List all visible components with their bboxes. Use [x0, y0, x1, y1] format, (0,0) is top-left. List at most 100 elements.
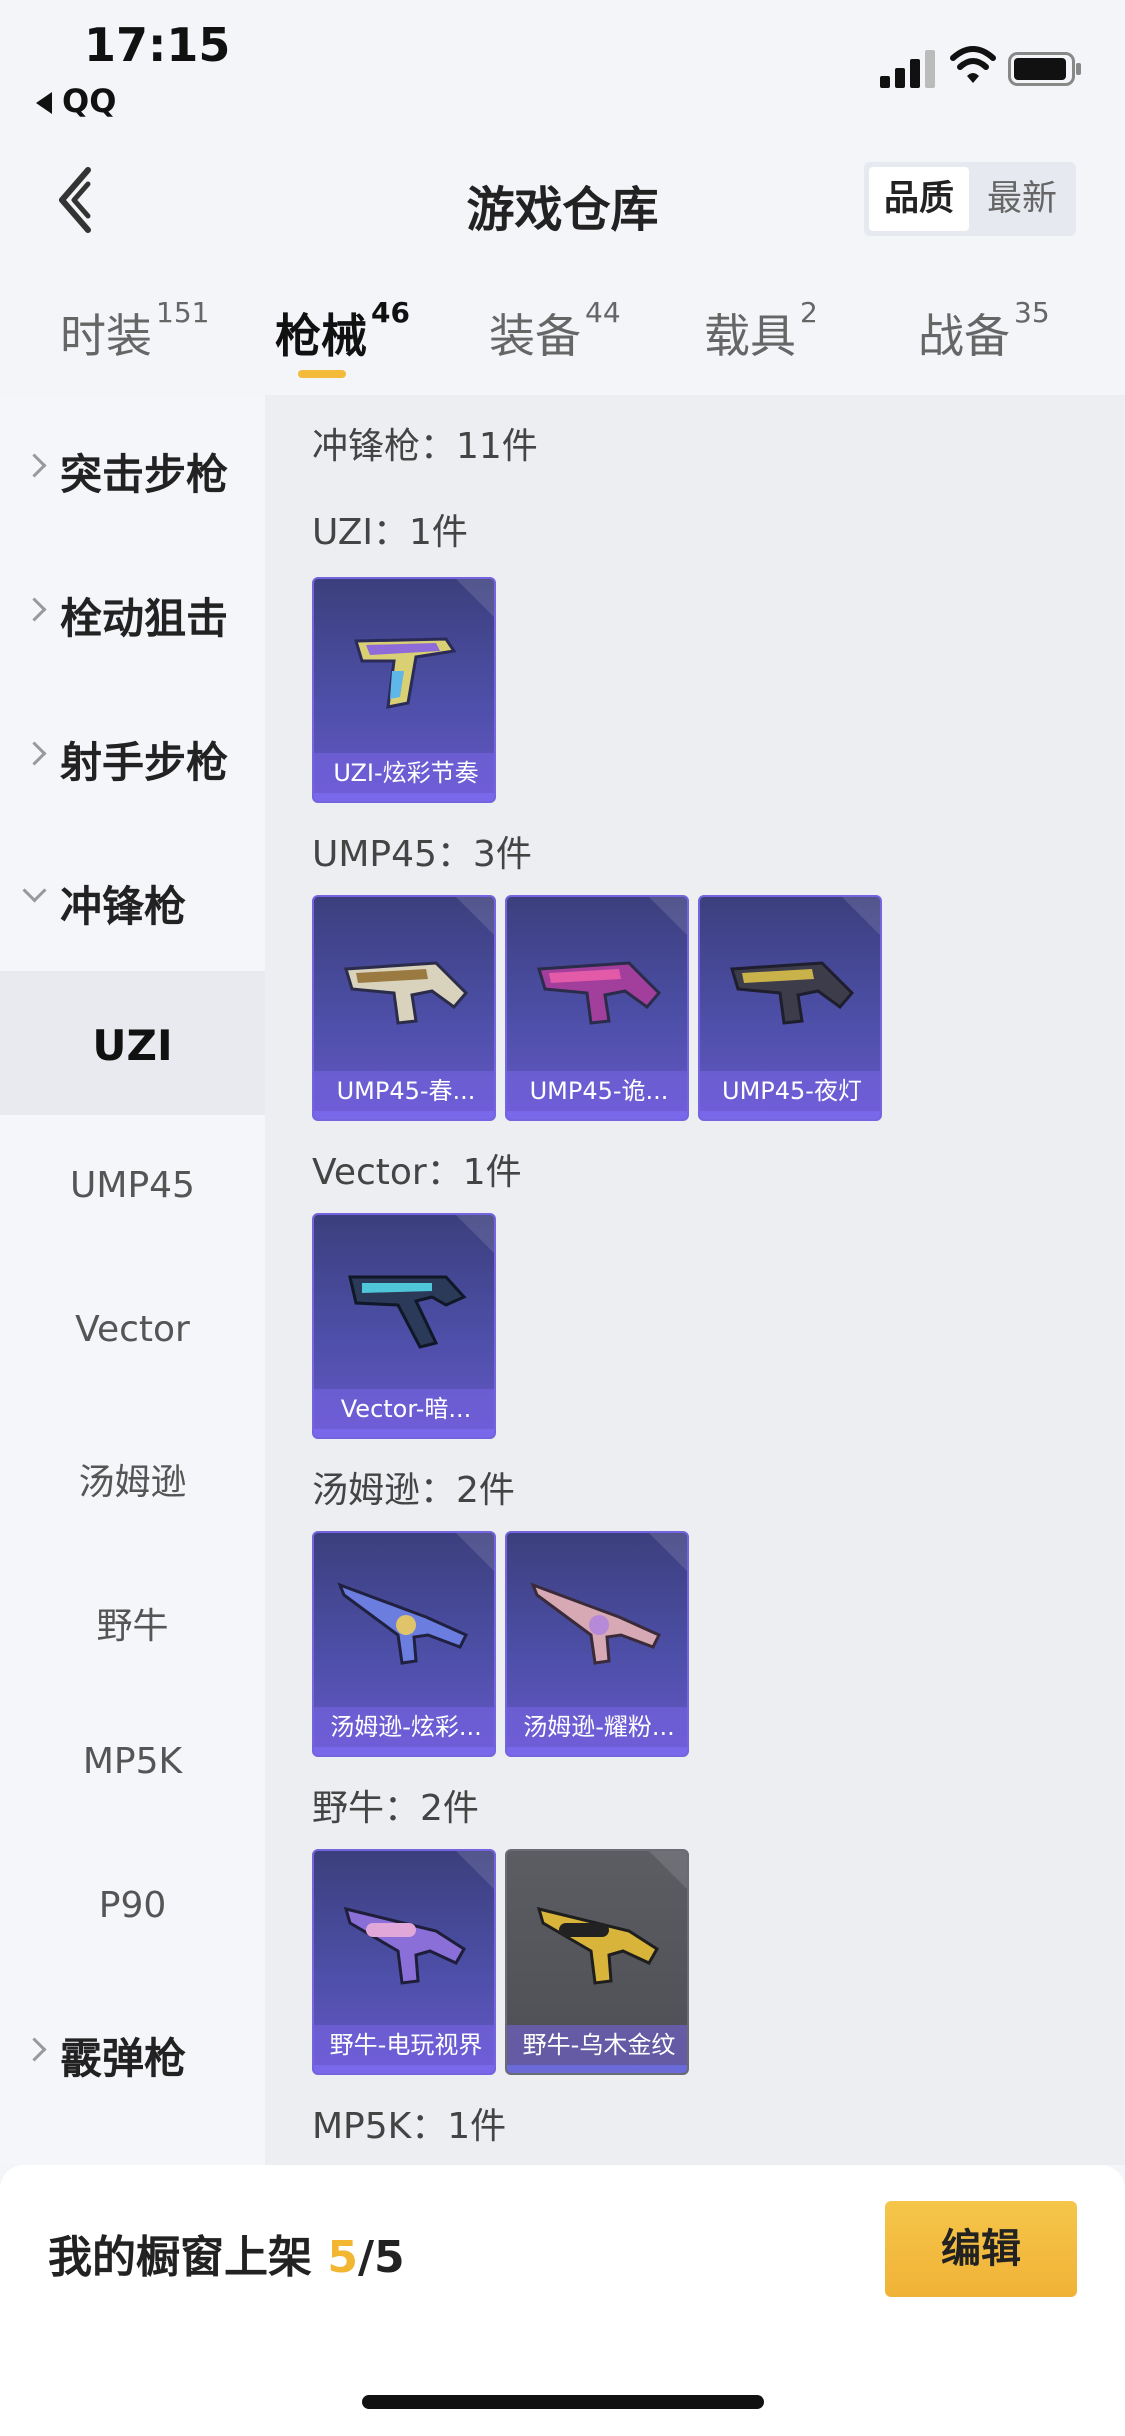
item-label: 汤姆逊-炫彩... [314, 1707, 494, 1747]
item-card[interactable]: UMP45-诡... [505, 895, 689, 1121]
sidebar-item-label: 野牛 [96, 1606, 169, 1647]
back-triangle-icon [36, 92, 52, 114]
chevron-right-icon [22, 453, 47, 478]
tab-label: 装备 [489, 309, 581, 363]
thompson-gun-icon [337, 1582, 469, 1665]
item-label: 汤姆逊-耀粉... [507, 1707, 687, 1747]
edit-button[interactable]: 编辑 [885, 2201, 1077, 2297]
status-bar: 17:15 QQ [0, 0, 1125, 130]
sidebar-item-thompson[interactable]: 汤姆逊 [0, 1403, 265, 1547]
sidebar-item-label: P90 [98, 1885, 167, 1926]
section-header-mp5k: MP5K：1件 [312, 2106, 507, 2147]
item-card[interactable]: 汤姆逊-耀粉... [505, 1531, 689, 1757]
thompson-gun-icon [530, 1582, 662, 1665]
item-label: 野牛-电玩视界 [314, 2025, 494, 2065]
section-header-uzi: UZI：1件 [312, 512, 468, 553]
tab-count: 151 [156, 296, 210, 329]
cellular-signal-icon [880, 50, 935, 88]
chevron-down-icon [22, 878, 47, 903]
back-to-app-link[interactable]: QQ [36, 82, 116, 120]
ump45-gun-icon [730, 961, 855, 1025]
sort-newest-button[interactable]: 最新 [972, 167, 1072, 231]
battery-icon [1008, 52, 1081, 86]
tab-fashion[interactable]: 时装 151 [60, 296, 209, 366]
tab-count: 44 [585, 296, 621, 329]
showcase-status: 我的橱窗上架 5/5 [48, 2221, 405, 2285]
showcase-max-count: 5 [374, 2232, 405, 2283]
bizon-gun-icon [536, 1906, 660, 1985]
sidebar-group-marksman-rifle[interactable]: 射手步枪 [0, 683, 265, 827]
item-card[interactable]: UZI-炫彩节奏 [312, 577, 496, 803]
vector-gun-icon [348, 1275, 467, 1349]
sidebar-group-assault-rifle[interactable]: 突击步枪 [0, 395, 265, 539]
tab-supplies[interactable]: 战备 35 [918, 296, 1050, 366]
item-card[interactable]: Vector-暗... [312, 1213, 496, 1439]
item-card[interactable]: 野牛-电玩视界 [312, 1849, 496, 2075]
category-header: 冲锋枪：11件 [312, 426, 538, 467]
item-card[interactable]: UMP45-春... [312, 895, 496, 1121]
sidebar-item-vector[interactable]: Vector [0, 1259, 265, 1403]
sidebar-item-label: 汤姆逊 [78, 1462, 187, 1503]
sort-quality-button[interactable]: 品质 [869, 167, 969, 231]
tab-equipment[interactable]: 装备 44 [489, 296, 621, 366]
item-label: UZI-炫彩节奏 [314, 753, 494, 793]
sidebar-item-uzi[interactable]: UZI [0, 971, 265, 1115]
section-header-ump45: UMP45：3件 [312, 834, 532, 875]
ump45-gun-icon [537, 961, 662, 1025]
uzi-gun-icon [353, 637, 457, 709]
sidebar-group-label: 霰弹枪 [60, 2034, 187, 2083]
home-indicator[interactable] [362, 2395, 764, 2409]
item-label: UMP45-夜灯 [700, 1071, 880, 1111]
sidebar-group-label: 突击步枪 [60, 450, 229, 499]
back-app-label: QQ [62, 82, 117, 120]
bizon-gun-icon [343, 1906, 467, 1985]
item-card[interactable]: UMP45-夜灯 [698, 895, 882, 1121]
tab-label: 载具 [704, 309, 796, 363]
tab-count: 46 [371, 296, 410, 329]
sidebar-item-mp5k[interactable]: MP5K [0, 1691, 265, 1835]
sidebar: 突击步枪 栓动狙击 射手步枪 冲锋枪 UZI UMP45 Vector 汤姆逊 … [0, 395, 265, 2165]
showcase-current-count: 5 [327, 2232, 358, 2283]
wifi-icon [950, 46, 996, 83]
item-label: 野牛-乌木金纹 [507, 2025, 687, 2065]
sidebar-item-bizon[interactable]: 野牛 [0, 1547, 265, 1691]
tab-vehicles[interactable]: 载具 2 [704, 296, 818, 366]
bottom-bar: 我的橱窗上架 5/5 编辑 [0, 2165, 1125, 2436]
sidebar-group-smg[interactable]: 冲锋枪 [0, 827, 265, 971]
showcase-separator: / [357, 2232, 375, 2283]
tab-label: 枪械 [275, 309, 367, 363]
tab-label: 时装 [60, 309, 152, 363]
sidebar-group-bolt-sniper[interactable]: 栓动狙击 [0, 539, 265, 683]
weapon-list: 冲锋枪：11件 UZI：1件 UZI-炫彩节奏 UMP45：3件 UMP45-春… [265, 395, 1125, 2165]
sidebar-group-label: 射手步枪 [60, 738, 229, 787]
item-card[interactable]: 汤姆逊-炫彩... [312, 1531, 496, 1757]
sidebar-group-shotgun[interactable]: 霰弹枪 [0, 1979, 265, 2123]
section-header-thompson: 汤姆逊：2件 [312, 1470, 515, 1511]
item-card[interactable]: 野牛-乌木金纹 [505, 1849, 689, 2075]
sidebar-item-label: MP5K [82, 1741, 183, 1782]
status-time: 17:15 [84, 18, 231, 72]
category-tabs: 时装 151 枪械 46 装备 44 载具 2 战备 35 [0, 290, 1125, 390]
tab-weapons[interactable]: 枪械 46 [275, 296, 410, 366]
active-tab-indicator [298, 370, 346, 378]
section-header-vector: Vector：1件 [312, 1152, 522, 1193]
item-label: UMP45-诡... [507, 1071, 687, 1111]
sidebar-group-label: 栓动狙击 [60, 594, 229, 643]
tab-label: 战备 [918, 309, 1010, 363]
sidebar-item-label: Vector [75, 1309, 190, 1350]
sidebar-item-label: UZI [92, 1021, 173, 1070]
section-header-bizon: 野牛：2件 [312, 1788, 479, 1829]
item-label: Vector-暗... [314, 1389, 494, 1429]
tab-count: 2 [800, 296, 818, 329]
sidebar-item-p90[interactable]: P90 [0, 1835, 265, 1979]
chevron-right-icon [22, 2037, 47, 2062]
sidebar-item-label: UMP45 [70, 1165, 195, 1206]
chevron-right-icon [22, 741, 47, 766]
showcase-label: 我的橱窗上架 [48, 2232, 312, 2283]
tab-count: 35 [1014, 296, 1050, 329]
sort-toggle: 品质 最新 [864, 162, 1076, 236]
chevron-right-icon [22, 597, 47, 622]
sidebar-item-ump45[interactable]: UMP45 [0, 1115, 265, 1259]
ump45-gun-icon [344, 961, 469, 1025]
sidebar-group-label: 冲锋枪 [60, 882, 187, 931]
